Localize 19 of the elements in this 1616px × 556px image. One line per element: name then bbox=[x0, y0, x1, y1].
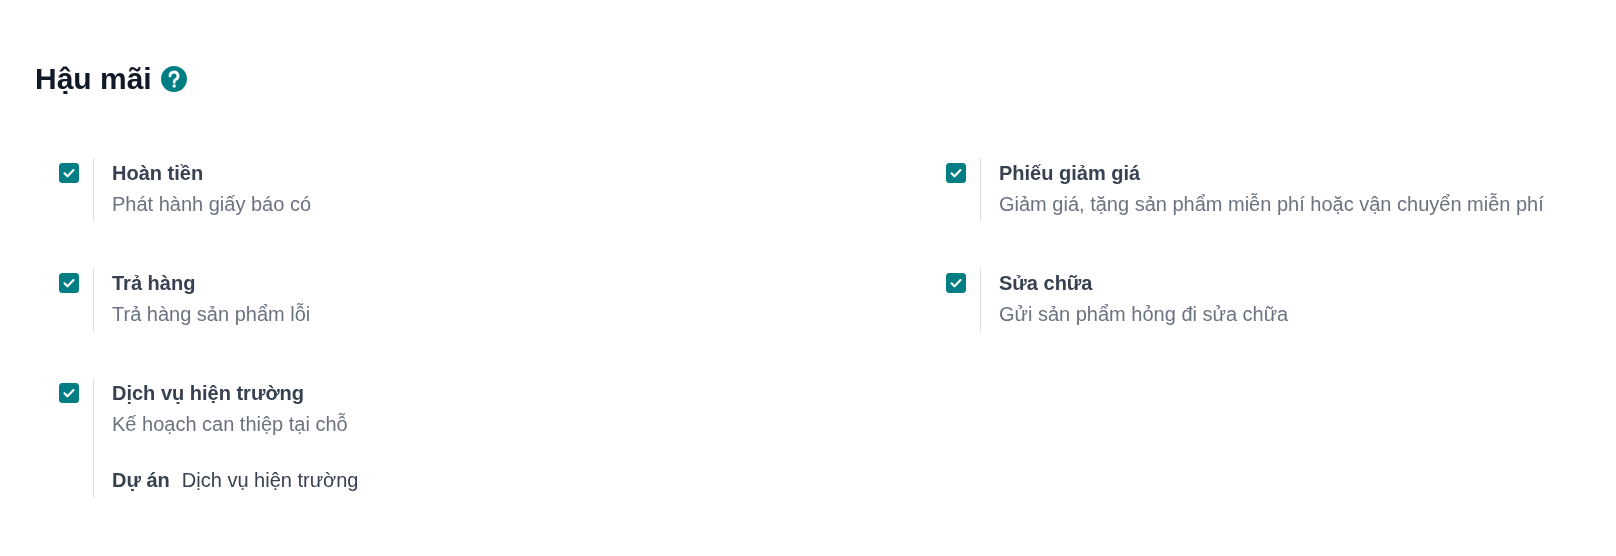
checkbox[interactable] bbox=[59, 163, 79, 183]
checkbox[interactable] bbox=[946, 163, 966, 183]
setting-description: Trả hàng sản phẩm lỗi bbox=[112, 302, 311, 327]
checkbox[interactable] bbox=[59, 383, 79, 403]
checkbox[interactable] bbox=[59, 273, 79, 293]
setting-label: Trả hàng bbox=[112, 271, 197, 296]
setting-label: Sửa chữa bbox=[999, 271, 1094, 296]
section-title: Hậu mãi bbox=[35, 62, 152, 96]
setting-description: Phát hành giấy báo có bbox=[112, 192, 312, 217]
help-icon[interactable] bbox=[160, 66, 187, 92]
field-label: Dự án bbox=[112, 468, 170, 493]
checkbox[interactable] bbox=[946, 273, 966, 293]
setting-label: Phiếu giảm giá bbox=[999, 161, 1142, 186]
field-value[interactable]: Dịch vụ hiện trường bbox=[181, 465, 359, 496]
setting-description: Gửi sản phẩm hỏng đi sửa chữa bbox=[999, 302, 1289, 327]
setting-label: Hoàn tiền bbox=[112, 161, 205, 186]
setting-description: Giảm giá, tặng sản phẩm miễn phí hoặc vận chuyển miễn phí bbox=[999, 192, 1544, 217]
setting-description: Kế hoạch can thiệp tại chỗ bbox=[112, 412, 349, 437]
setting-label: Dịch vụ hiện trường bbox=[112, 381, 306, 406]
